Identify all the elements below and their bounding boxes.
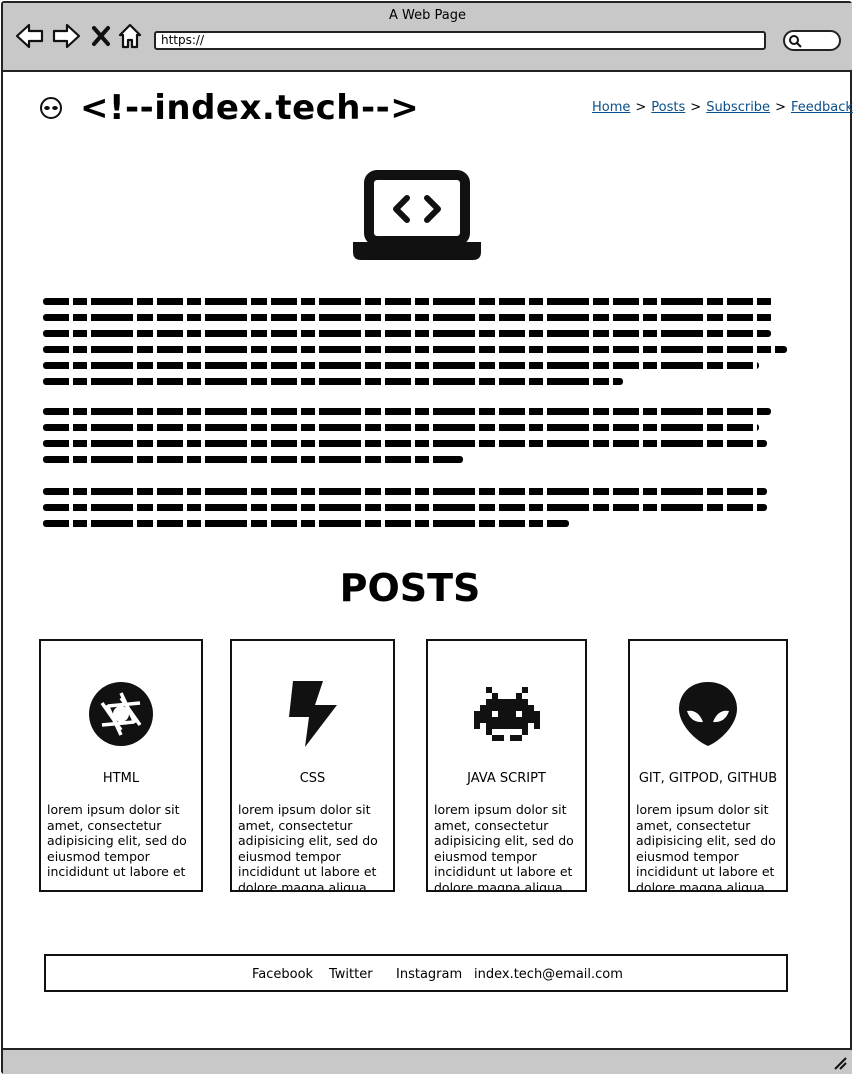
post-title: HTML	[102, 771, 140, 786]
post-card-git[interactable]: GIT, GITPOD, GITHUB lorem ipsum dolor si…	[628, 639, 788, 892]
status-bar	[3, 1048, 852, 1074]
post-excerpt: lorem ipsum dolor sit amet, consectetur …	[636, 802, 776, 892]
post-title: JAVA SCRIPT	[467, 771, 546, 786]
nav-feedback-link[interactable]: Feedback	[791, 100, 853, 115]
site-logo-text[interactable]: <!--index.tech-->	[80, 88, 419, 128]
post-title: GIT, GITPOD, GITHUB	[638, 771, 778, 786]
arrow-left-icon[interactable]	[15, 22, 45, 50]
alien-head-icon	[679, 682, 737, 746]
search-icon	[789, 35, 802, 48]
breadcrumb-separator: >	[690, 100, 702, 115]
window-title: A Web Page	[389, 8, 466, 23]
posts-heading: POSTS	[339, 566, 481, 610]
space-invader-icon	[473, 687, 540, 741]
footer-twitter-link[interactable]: Twitter	[329, 967, 373, 982]
footer-instagram-link[interactable]: Instagram	[396, 967, 462, 982]
alien-icon	[40, 97, 62, 119]
footer-facebook-link[interactable]: Facebook	[252, 967, 313, 982]
nav-posts-link[interactable]: Posts	[651, 100, 685, 115]
post-card-css[interactable]: CSS lorem ipsum dolor sit amet, consecte…	[230, 639, 395, 892]
breadcrumb-separator: >	[775, 100, 786, 115]
scribble-paragraph-1	[43, 298, 787, 394]
nav-home-link[interactable]: Home	[592, 100, 630, 115]
arrow-right-icon[interactable]	[51, 22, 81, 50]
post-card-html[interactable]: HTML lorem ipsum dolor sit amet, consect…	[39, 639, 203, 892]
breadcrumb: Home>Posts>Subscribe>Feedback>	[592, 100, 855, 115]
site-footer: Facebook Twitter Instagram index.tech@em…	[44, 954, 788, 992]
scribble-paragraph-3	[43, 488, 767, 536]
post-excerpt: lorem ipsum dolor sit amet, consectetur …	[47, 802, 187, 879]
resize-handle-icon[interactable]	[832, 1055, 848, 1071]
nav-subscribe-link[interactable]: Subscribe	[706, 100, 770, 115]
post-card-javascript[interactable]: JAVA SCRIPT lorem ipsum dolor sit amet, …	[426, 639, 587, 892]
post-excerpt: lorem ipsum dolor sit amet, consectetur …	[238, 802, 378, 892]
laptop-code-icon	[353, 170, 481, 260]
browser-window	[1, 1, 852, 1074]
close-icon[interactable]	[91, 25, 111, 47]
home-icon[interactable]	[117, 22, 143, 50]
aperture-icon	[89, 682, 153, 746]
post-excerpt: lorem ipsum dolor sit amet, consectetur …	[434, 802, 574, 892]
post-title: CSS	[299, 771, 326, 786]
footer-email-link[interactable]: index.tech@email.com	[474, 967, 623, 982]
scribble-paragraph-2	[43, 408, 771, 472]
breadcrumb-separator: >	[635, 100, 647, 115]
address-bar[interactable]: https://	[154, 31, 766, 50]
lightning-icon	[288, 681, 337, 747]
search-field[interactable]	[783, 30, 841, 51]
